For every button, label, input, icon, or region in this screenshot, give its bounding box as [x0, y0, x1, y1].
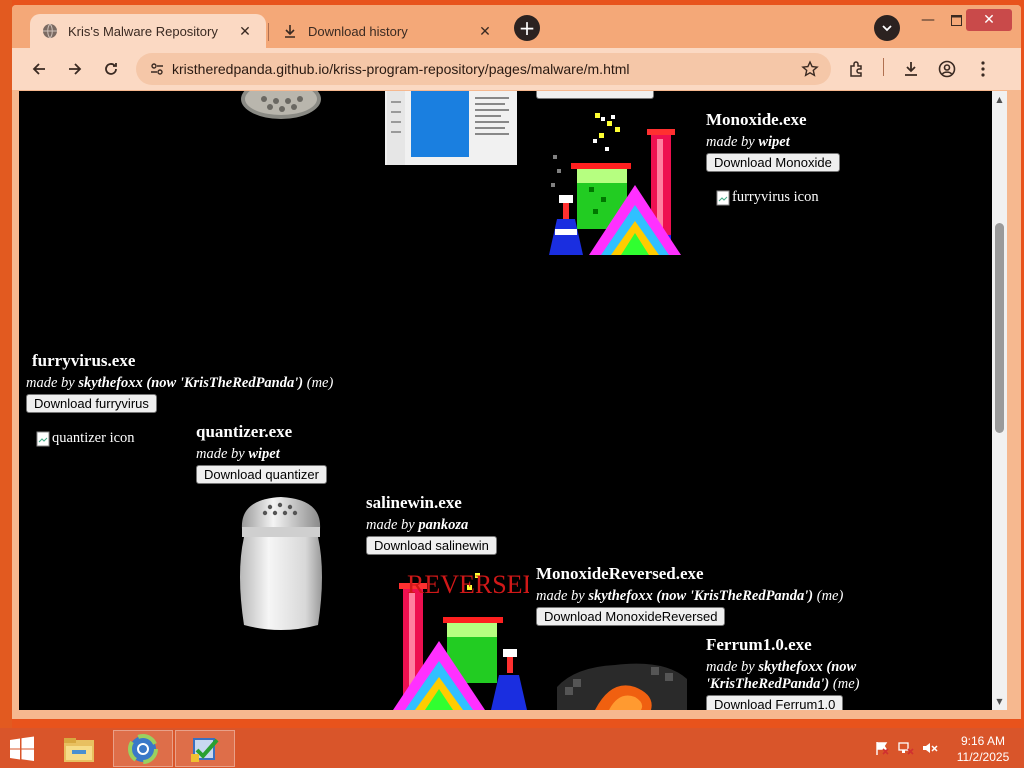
volume-muted-icon[interactable]	[922, 740, 938, 756]
entry-monoxidereversed: MonoxideReversed.exe made by skythefoxx …	[536, 564, 843, 626]
browser-icon	[128, 733, 158, 764]
taskbar-browser[interactable]	[113, 730, 173, 767]
page-viewport: Monoxide.exe made by wipet Download Mono…	[19, 91, 992, 710]
tab-download-history[interactable]: Download history ✕	[270, 14, 506, 48]
clock-date: 11/2/2025	[956, 750, 1010, 764]
author-line: made by wipet	[706, 134, 790, 150]
back-button[interactable]	[26, 56, 52, 82]
close-window-button[interactable]: ✕	[966, 9, 1012, 31]
puzzle-icon	[850, 61, 862, 77]
windows-start-icon[interactable]	[9, 736, 35, 762]
program-name: furryvirus.exe	[32, 351, 136, 370]
forward-button[interactable]	[62, 56, 88, 82]
kebab-menu-icon	[981, 61, 985, 77]
partial-image-window-screenshot	[385, 91, 517, 165]
author-line: made by pankoza	[366, 517, 469, 533]
salt-shaker-image	[240, 497, 322, 630]
reload-button[interactable]	[98, 56, 124, 82]
menu-button[interactable]	[970, 56, 996, 82]
close-tab-icon[interactable]: ✕	[476, 22, 494, 40]
author-line: made by skythefoxx (now 'KrisTheRedPanda…	[536, 588, 844, 604]
browser-window: Kris's Malware Repository ✕ Download his…	[12, 5, 1021, 719]
scrollbar-thumb[interactable]	[995, 223, 1004, 433]
monoxide-flasks-image	[549, 113, 681, 255]
url-text: kristheredpanda.github.io/kriss-program-…	[172, 61, 630, 77]
program-name: salinewin.exe	[366, 493, 462, 512]
entry-salinewin: salinewin.exe made by pankoza Download s…	[366, 493, 497, 555]
profile-icon	[938, 60, 956, 78]
reversed-overlay-text: REVERSED	[407, 570, 529, 599]
bookmark-star-icon[interactable]	[795, 60, 825, 78]
browser-toolbar: kristheredpanda.github.io/kriss-program-…	[12, 48, 1021, 90]
downloads-button[interactable]	[898, 56, 924, 82]
author-line: made by wipet	[196, 446, 280, 462]
system-clock[interactable]: 9:16 AM 11/2/2025	[950, 733, 1016, 765]
broken-image-icon	[36, 431, 50, 446]
tab-search-button[interactable]	[874, 15, 900, 41]
download-icon	[282, 23, 298, 39]
reload-icon	[105, 63, 117, 75]
author-line: made by skythefoxx (now 'KrisTheRedPanda…	[26, 375, 334, 391]
program-name: Monoxide.exe	[706, 110, 807, 129]
download-monoxidereversed-button[interactable]: Download MonoxideReversed	[536, 607, 726, 626]
ferrum-image	[557, 663, 687, 710]
taskbar-file-explorer[interactable]	[49, 730, 109, 767]
download-ferrum-button[interactable]: Download Ferrum1.0	[706, 695, 844, 710]
download-furryvirus-button[interactable]: Download furryvirus	[26, 394, 157, 413]
monoxide-reversed-image: REVERSED	[393, 570, 529, 710]
entry-quantizer: quantizer.exe made by wipet Download qua…	[196, 422, 327, 484]
new-tab-button[interactable]: +	[514, 15, 540, 41]
program-name: quantizer.exe	[196, 422, 293, 441]
clock-time: 9:16 AM	[960, 734, 1006, 748]
broken-image-icon	[716, 190, 730, 205]
scroll-up-icon[interactable]: ▲	[995, 95, 1004, 104]
extensions-button[interactable]	[844, 56, 870, 82]
furryvirus-icon-broken-image: furryvirus icon	[716, 189, 819, 206]
entry-monoxide: Monoxide.exe made by wipet Download Mono…	[706, 110, 840, 172]
entry-furryvirus: furryvirus.exe made by skythefoxx (now '…	[26, 351, 333, 413]
program-name: Ferrum1.0.exe	[706, 635, 812, 654]
download-icon	[905, 62, 917, 76]
partial-download-button[interactable]	[536, 91, 654, 99]
site-info-icon[interactable]	[142, 61, 172, 77]
network-icon[interactable]	[898, 740, 914, 756]
profile-button[interactable]	[934, 56, 960, 82]
globe-icon	[42, 23, 58, 39]
back-arrow-icon	[32, 63, 45, 75]
quantizer-icon-broken-image: quantizer icon	[36, 430, 135, 447]
close-tab-icon[interactable]: ✕	[236, 22, 254, 40]
desktop-background	[0, 0, 12, 730]
forward-arrow-icon	[69, 63, 82, 75]
tab-malware-repository[interactable]: Kris's Malware Repository ✕	[30, 14, 266, 48]
author-line: made by skythefoxx (now 'KrisTheRedPanda'…	[706, 659, 860, 692]
download-monoxide-button[interactable]: Download Monoxide	[706, 153, 840, 172]
partial-image-thimble	[241, 91, 321, 119]
tab-separator	[268, 23, 269, 41]
entry-ferrum: Ferrum1.0.exe made by skythefoxx (now 'Kr…	[706, 635, 859, 710]
program-name: MonoxideReversed.exe	[536, 564, 704, 583]
address-bar[interactable]: kristheredpanda.github.io/kriss-program-…	[136, 53, 831, 85]
scroll-down-icon[interactable]: ▼	[995, 697, 1004, 706]
download-salinewin-button[interactable]: Download salinewin	[366, 536, 497, 555]
tab-strip: Kris's Malware Repository ✕ Download his…	[12, 5, 1021, 48]
chevron-down-icon	[882, 25, 892, 32]
taskbar-task-app[interactable]	[175, 730, 235, 767]
action-center-flag-icon[interactable]	[874, 740, 890, 756]
tab-title: Download history	[308, 23, 408, 39]
tab-title: Kris's Malware Repository	[68, 23, 218, 39]
folder-icon	[64, 737, 94, 762]
taskbar: 9:16 AM 11/2/2025	[0, 728, 1024, 768]
checklist-icon	[191, 737, 219, 762]
page-scrollbar[interactable]: ▲ ▼	[992, 91, 1007, 710]
download-quantizer-button[interactable]: Download quantizer	[196, 465, 327, 484]
toolbar-divider	[883, 58, 884, 76]
